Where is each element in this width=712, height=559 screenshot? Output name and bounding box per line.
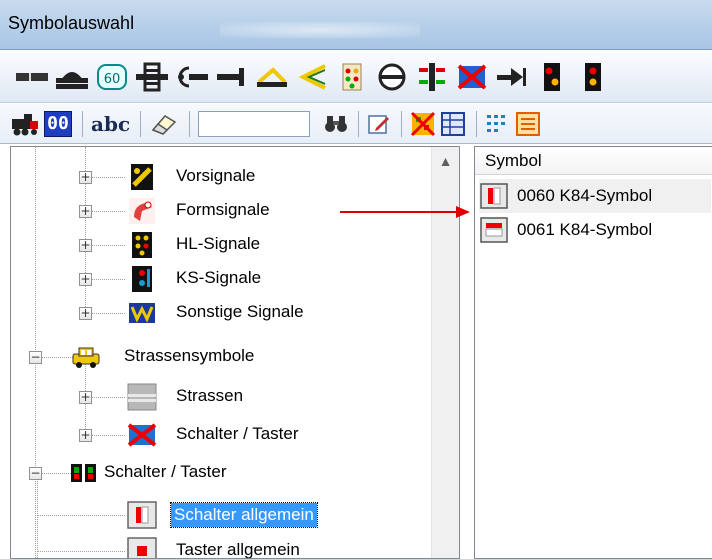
expand-toggle[interactable]: + [79,273,92,286]
edit-note-icon[interactable] [367,108,391,140]
car-icon [71,343,101,371]
track-crossing-icon[interactable] [132,57,172,97]
formsignal-icon [127,197,157,225]
crossed-switch-icon [127,421,157,449]
svg-text:60: 60 [104,72,121,87]
list-item[interactable]: 0060 K84-Symbol [479,179,711,213]
ks-signal-icon [127,265,157,293]
expand-toggle[interactable]: + [79,429,92,442]
signal-panel-icon[interactable] [332,57,372,97]
track-switch-icon[interactable] [292,57,332,97]
toolbar-separator [358,110,360,137]
scroll-up-arrow-icon[interactable]: ▲ [432,147,459,175]
expand-toggle[interactable]: + [79,205,92,218]
list-item[interactable]: 0061 K84-Symbol [479,213,711,247]
function-toolbar: 00 abc [0,104,712,144]
toolbar-separator [82,110,83,137]
expand-toggle[interactable]: + [79,391,92,404]
hl-signal-icon [127,231,157,259]
switch-pair-icon [69,459,99,487]
switch-general-icon [127,501,157,529]
signal-left-icon[interactable] [172,57,212,97]
toolbar-separator [140,110,142,137]
circle-track-icon[interactable] [372,57,412,97]
expand-toggle[interactable]: + [79,171,92,184]
title-glow [220,22,420,38]
counter-60-icon[interactable]: 60 [92,57,132,97]
tree-item-label[interactable]: Taster allgemein [173,538,303,558]
tree-item-label[interactable]: Strassensymbole [121,344,257,368]
tree-item-label[interactable]: Sonstige Signale [173,300,307,324]
road-icon [127,383,157,411]
expand-toggle[interactable]: + [79,239,92,252]
tree-item-label[interactable]: Schalter / Taster [101,460,230,484]
tree-item-label-selected[interactable]: Schalter allgemein [170,502,318,528]
signal-red-yellow-icon[interactable] [532,57,572,97]
eraser-icon[interactable] [149,108,179,140]
tree-connector [37,551,125,552]
search-input[interactable] [198,110,311,137]
annotation-arrow-icon [340,206,470,218]
signal-black-icon[interactable] [572,57,612,97]
tree-item-label[interactable]: Vorsignale [173,164,258,188]
icon-view-icon[interactable] [485,108,511,140]
tree-item-label[interactable]: KS-Signale [173,266,264,290]
arrow-track-icon[interactable] [492,57,532,97]
track-yellow-diagonal-icon[interactable] [252,57,292,97]
traffic-light-icon[interactable] [412,57,452,97]
button-general-icon [127,537,157,558]
toolbar-separator [401,110,403,137]
k84-symbol-0060-icon [479,182,509,210]
toolbar-separator [476,110,478,137]
vorsignal-icon [127,163,157,191]
track-tunnel-icon[interactable] [52,57,92,97]
list-view-icon[interactable] [515,108,541,140]
tree-item-label[interactable]: Formsignale [173,198,273,222]
sonstige-signal-icon [127,299,157,327]
tree-guide-line [37,473,38,558]
number-display-button[interactable]: 00 [44,108,72,140]
list-item-label: 0060 K84-Symbol [517,186,653,205]
number-label: 00 [44,110,72,137]
symbol-toolbar: 60 [0,51,712,103]
list-item-label: 0061 K84-Symbol [517,220,653,239]
text-abc-button[interactable]: abc [91,108,130,140]
window-title: Symbolauswahl [8,13,135,33]
symbol-list[interactable]: Symbol 0060 K84-Symbol 0061 K84-Symbol [474,146,712,559]
crossed-track-icon[interactable] [452,57,492,97]
title-bar: Symbolauswahl [0,0,712,50]
tree-connector [37,515,125,516]
track-straight-icon[interactable] [12,57,52,97]
crossed-grid-icon[interactable] [410,108,436,140]
tree-item-label[interactable]: Schalter / Taster [173,422,302,446]
collapse-toggle[interactable]: − [29,351,42,364]
binoculars-icon[interactable] [324,108,348,140]
collapse-toggle[interactable]: − [29,467,42,480]
track-end-icon[interactable] [212,57,252,97]
list-column-header[interactable]: Symbol [475,147,712,175]
abc-label: abc [91,111,131,136]
locomotive-icon[interactable] [10,108,40,140]
table-view-icon[interactable] [440,108,466,140]
expand-toggle[interactable]: + [79,307,92,320]
toolbar-separator [189,110,191,137]
k84-symbol-0061-icon [479,216,509,244]
tree-item-label[interactable]: Strassen [173,384,246,408]
tree-item-label[interactable]: HL-Signale [173,232,263,256]
column-header-label: Symbol [485,150,542,170]
